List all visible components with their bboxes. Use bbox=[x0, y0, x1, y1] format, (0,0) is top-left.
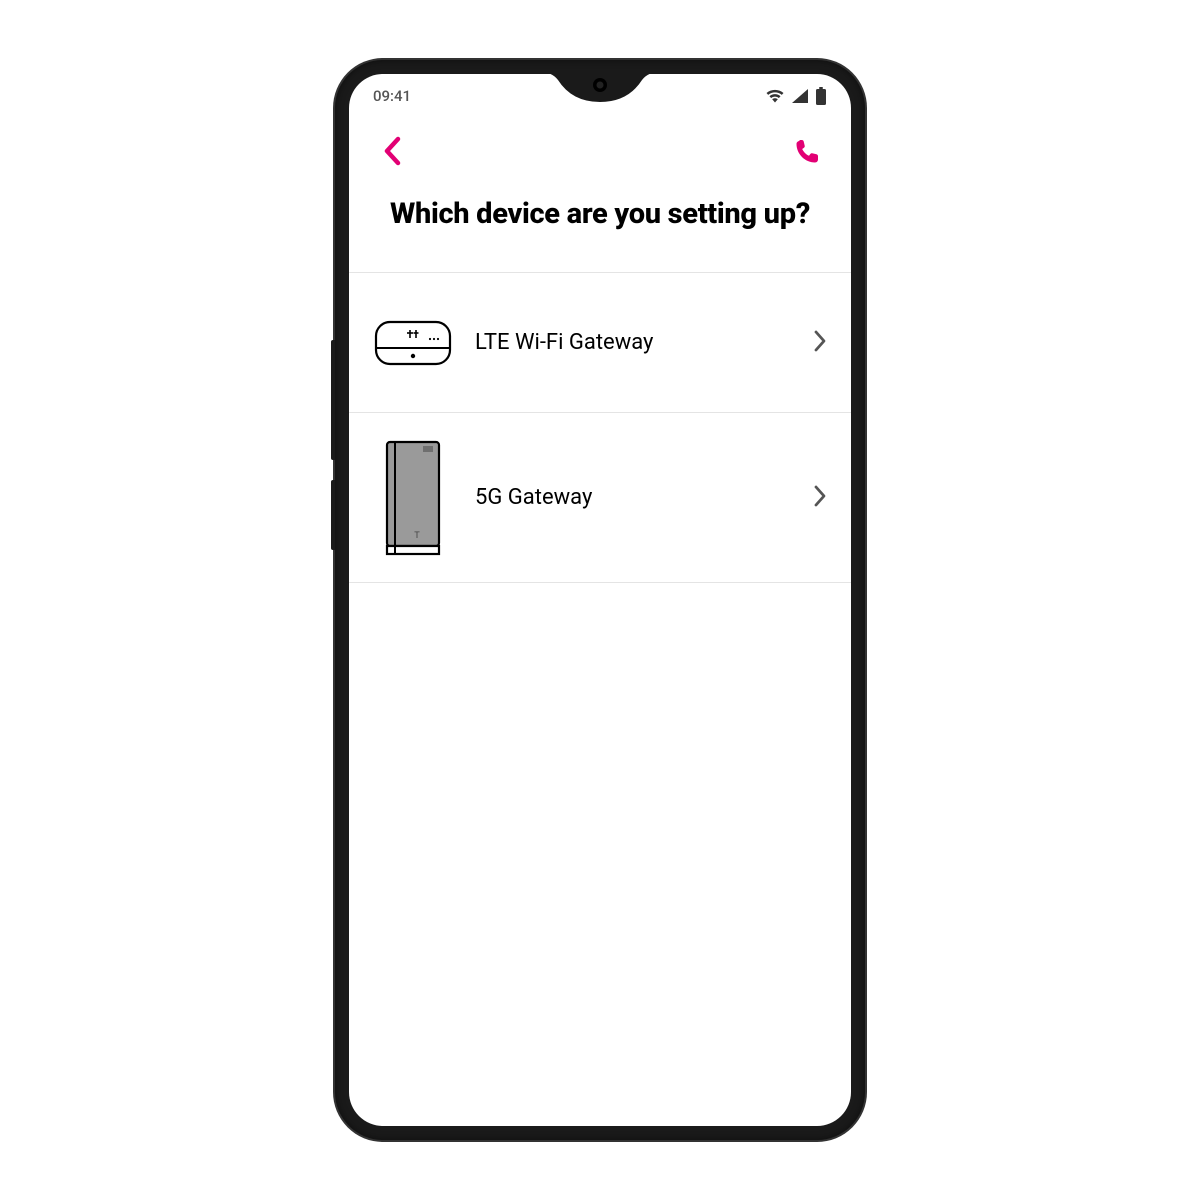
phone-icon bbox=[793, 137, 821, 169]
status-icons bbox=[765, 87, 827, 105]
list-item-lte-gateway[interactable]: LTE Wi-Fi Gateway bbox=[349, 273, 851, 413]
list-item-5g-gateway[interactable]: T 5G Gateway bbox=[349, 413, 851, 583]
device-list: LTE Wi-Fi Gateway T bbox=[349, 272, 851, 583]
screen: 09:41 bbox=[349, 74, 851, 1126]
chevron-left-icon bbox=[383, 136, 403, 170]
phone-frame: 09:41 bbox=[335, 60, 865, 1140]
call-button[interactable] bbox=[787, 133, 827, 173]
page-title: Which device are you setting up? bbox=[349, 188, 851, 272]
chevron-right-icon bbox=[813, 329, 827, 357]
power-button bbox=[331, 480, 335, 550]
battery-icon bbox=[815, 87, 827, 105]
cellular-icon bbox=[791, 88, 809, 104]
list-item-label: 5G Gateway bbox=[475, 485, 791, 510]
svg-text:T: T bbox=[414, 530, 420, 540]
wifi-icon bbox=[765, 88, 785, 104]
volume-button bbox=[331, 340, 335, 460]
lte-gateway-icon bbox=[373, 316, 453, 370]
status-bar: 09:41 bbox=[349, 74, 851, 118]
back-button[interactable] bbox=[373, 133, 413, 173]
status-time: 09:41 bbox=[373, 87, 411, 105]
nav-bar bbox=[349, 118, 851, 188]
chevron-right-icon bbox=[813, 484, 827, 512]
list-item-label: LTE Wi-Fi Gateway bbox=[475, 330, 791, 355]
5g-gateway-icon: T bbox=[373, 438, 453, 558]
